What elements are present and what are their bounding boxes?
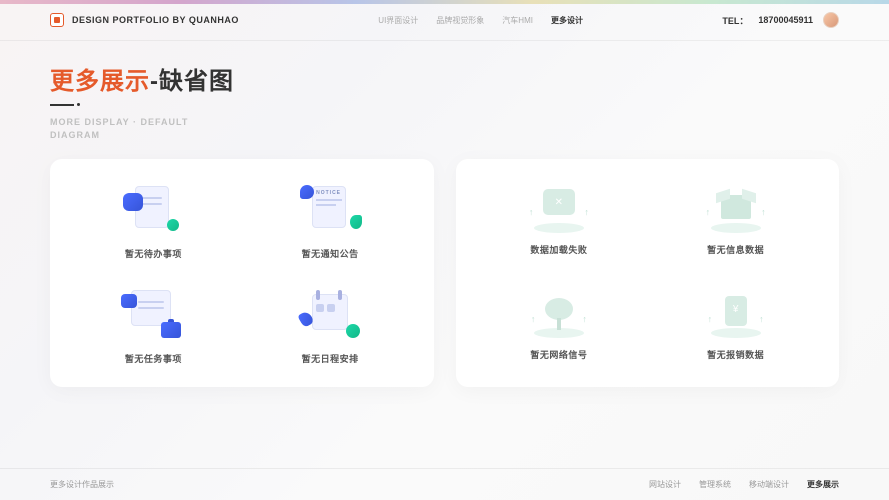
card-label: 暂无网络信号 xyxy=(530,348,587,361)
subtitle-line1: MORE DISPLAY · DEFAULT xyxy=(50,116,839,129)
nav-brand: DESIGN PORTFOLIO BY QUANHAO xyxy=(50,13,239,27)
notice-icon: NOTICE xyxy=(294,181,366,237)
top-nav: DESIGN PORTFOLIO BY QUANHAO UI界面设计 品牌视觉形… xyxy=(0,0,889,41)
footer-link-more[interactable]: 更多展示 xyxy=(807,479,839,490)
footer-left: 更多设计作品展示 xyxy=(50,479,114,490)
nav-item-hmi[interactable]: 汽车HMI xyxy=(502,15,533,26)
subtitle-line2: DIAGRAM xyxy=(50,129,839,142)
card-schedule: 暂无日程安排 xyxy=(247,286,414,365)
panels: 暂无待办事项 NOTICE 暂无通知公告 xyxy=(50,159,839,387)
card-task: 暂无任务事项 xyxy=(70,286,237,365)
schedule-icon xyxy=(294,286,366,342)
no-receipt-icon: ¥ ↑ ↑ xyxy=(706,290,766,338)
card-no-receipt: ¥ ↑ ↑ 暂无报销数据 xyxy=(652,286,819,365)
footer-link-mobile[interactable]: 移动端设计 xyxy=(749,479,789,490)
card-notice: NOTICE 暂无通知公告 xyxy=(247,181,414,260)
panel-green: ✕ ↑ ↑ 数据加载失败 ↑ ↑ 暂无信息数据 xyxy=(456,159,840,387)
page-title: 更多展示-缺省图 xyxy=(50,61,839,96)
card-label: 数据加载失败 xyxy=(530,243,587,256)
title-block: 更多展示-缺省图 MORE DISPLAY · DEFAULT DIAGRAM xyxy=(50,61,839,141)
footer: 更多设计作品展示 网站设计 管理系统 移动端设计 更多展示 xyxy=(0,468,889,500)
no-signal-icon: ↑ ↑ xyxy=(529,290,589,338)
card-empty-box: ↑ ↑ 暂无信息数据 xyxy=(652,181,819,260)
avatar xyxy=(823,12,839,28)
load-fail-icon: ✕ ↑ ↑ xyxy=(529,185,589,233)
title-accent: 更多展示 xyxy=(50,68,150,95)
subtitle: MORE DISPLAY · DEFAULT DIAGRAM xyxy=(50,116,839,141)
main-container: 更多展示-缺省图 MORE DISPLAY · DEFAULT DIAGRAM … xyxy=(0,41,889,397)
nav-item-brand[interactable]: 品牌视觉形象 xyxy=(436,15,484,26)
panel-blue: 暂无待办事项 NOTICE 暂无通知公告 xyxy=(50,159,434,387)
todo-icon xyxy=(117,181,189,237)
tel-number: 18700045911 xyxy=(758,15,813,25)
title-underline xyxy=(50,104,74,106)
nav-item-more[interactable]: 更多设计 xyxy=(551,15,583,26)
card-label: 暂无待办事项 xyxy=(125,247,182,260)
nav-item-ui[interactable]: UI界面设计 xyxy=(378,15,418,26)
card-label: 暂无通知公告 xyxy=(302,247,359,260)
card-label: 暂无报销数据 xyxy=(707,348,764,361)
nav-menu: UI界面设计 品牌视觉形象 汽车HMI 更多设计 xyxy=(378,15,583,26)
title-rest: -缺省图 xyxy=(150,68,234,95)
card-label: 暂无任务事项 xyxy=(125,352,182,365)
footer-link-admin[interactable]: 管理系统 xyxy=(699,479,731,490)
logo-icon xyxy=(50,13,64,27)
card-no-signal: ↑ ↑ 暂无网络信号 xyxy=(476,286,643,365)
footer-link-web[interactable]: 网站设计 xyxy=(649,479,681,490)
card-label: 暂无信息数据 xyxy=(707,243,764,256)
card-load-fail: ✕ ↑ ↑ 数据加载失败 xyxy=(476,181,643,260)
empty-box-icon: ↑ ↑ xyxy=(706,185,766,233)
task-icon xyxy=(117,286,189,342)
card-todo: 暂无待办事项 xyxy=(70,181,237,260)
nav-contact: TEL： 18700045911 xyxy=(722,12,839,28)
brand-text: DESIGN PORTFOLIO BY QUANHAO xyxy=(72,15,239,25)
card-label: 暂无日程安排 xyxy=(302,352,359,365)
footer-links: 网站设计 管理系统 移动端设计 更多展示 xyxy=(649,479,839,490)
tel-label: TEL： xyxy=(722,14,748,27)
